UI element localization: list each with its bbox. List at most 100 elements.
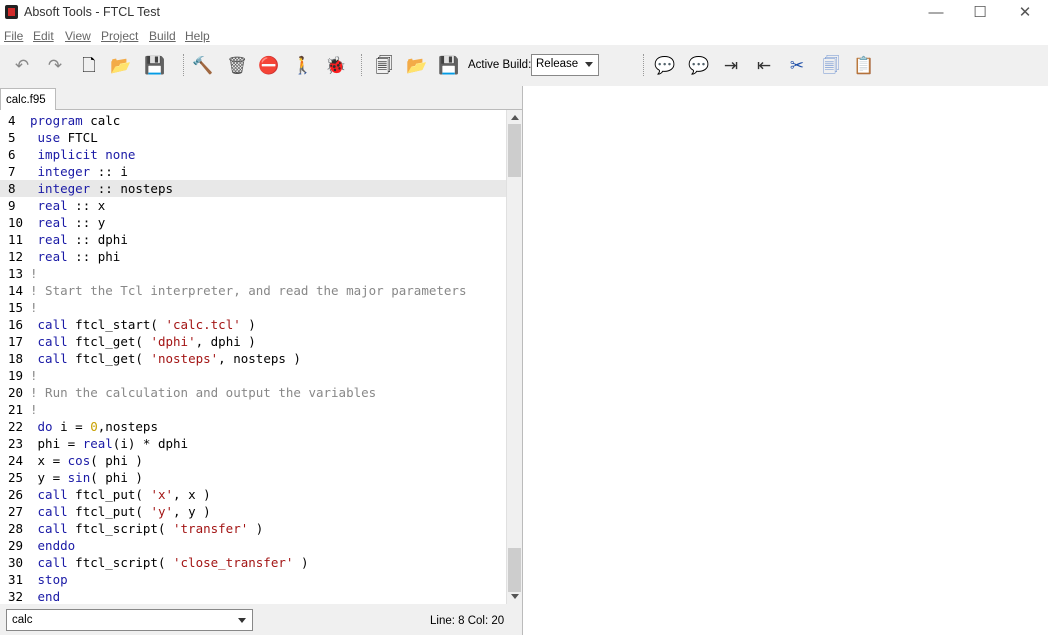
code-line[interactable]: 15!	[0, 299, 506, 316]
code-text[interactable]: call ftcl_start( 'calc.tcl' )	[30, 316, 256, 333]
scrollbar-thumb[interactable]	[508, 124, 521, 177]
code-text[interactable]: call ftcl_script( 'close_transfer' )	[30, 554, 309, 571]
code-line[interactable]: 4 program calc	[0, 112, 506, 129]
vertical-scrollbar[interactable]	[506, 110, 522, 604]
code-text[interactable]: end	[30, 588, 61, 604]
code-text[interactable]: call ftcl_put( 'y', y )	[30, 503, 211, 520]
line-number: 31	[8, 572, 24, 587]
code-text[interactable]: stop	[30, 571, 68, 588]
code-text[interactable]: !	[30, 299, 38, 316]
code-line[interactable]: 30 call ftcl_script( 'close_transfer' )	[0, 554, 506, 571]
active-build-dropdown[interactable]: Release	[531, 54, 599, 76]
comment-icon[interactable]: 💬	[654, 54, 676, 76]
code-text[interactable]: call ftcl_put( 'x', x )	[30, 486, 211, 503]
line-number: 9	[8, 198, 16, 213]
stop-icon[interactable]: ⛔	[258, 54, 280, 76]
code-text[interactable]: !	[30, 401, 38, 418]
code-text[interactable]: ! Run the calculation and output the var…	[30, 384, 376, 401]
scroll-up-arrow-icon[interactable]	[511, 115, 519, 120]
code-text[interactable]: enddo	[30, 537, 76, 554]
code-text[interactable]: real :: y	[30, 214, 106, 231]
scroll-down-arrow-icon[interactable]	[511, 594, 519, 599]
uncomment-icon[interactable]: 💬	[688, 54, 710, 76]
open-document-icon[interactable]: 📂	[406, 54, 428, 76]
outdent-icon[interactable]: ⇤	[753, 54, 775, 76]
code-line[interactable]: 17 call ftcl_get( 'dphi', dphi )	[0, 333, 506, 350]
code-line[interactable]: 29 enddo	[0, 537, 506, 554]
code-line[interactable]: 31 stop	[0, 571, 506, 588]
code-line[interactable]: 8 integer :: nosteps	[0, 180, 506, 197]
menu-edit[interactable]: Edit	[33, 29, 54, 43]
menu-project[interactable]: Project	[101, 29, 138, 43]
code-line[interactable]: 5 use FTCL	[0, 129, 506, 146]
code-line[interactable]: 21!	[0, 401, 506, 418]
menu-view[interactable]: View	[65, 29, 91, 43]
close-button[interactable]: ✕	[1002, 0, 1048, 27]
code-line[interactable]: 12 real :: phi	[0, 248, 506, 265]
copy-document-icon[interactable]: 🗐	[373, 54, 395, 76]
code-line[interactable]: 18 call ftcl_get( 'nosteps', nosteps )	[0, 350, 506, 367]
code-text[interactable]: phi = real(i) * dphi	[30, 435, 189, 452]
code-line[interactable]: 22 do i = 0,nosteps	[0, 418, 506, 435]
code-line[interactable]: 23 phi = real(i) * dphi	[0, 435, 506, 452]
tab-calc-f95[interactable]: calc.f95	[0, 88, 56, 111]
code-line[interactable]: 27 call ftcl_put( 'y', y )	[0, 503, 506, 520]
code-text[interactable]: call ftcl_get( 'nosteps', nosteps )	[30, 350, 301, 367]
code-line[interactable]: 7 integer :: i	[0, 163, 506, 180]
code-line[interactable]: 9 real :: x	[0, 197, 506, 214]
code-line[interactable]: 11 real :: dphi	[0, 231, 506, 248]
menu-help[interactable]: Help	[185, 29, 210, 43]
code-text[interactable]: ! Start the Tcl interpreter, and read th…	[30, 282, 467, 299]
code-editor[interactable]: 4 program calc 5 use FTCL 6 implicit none 7 …	[0, 110, 506, 604]
code-line[interactable]: 26 call ftcl_put( 'x', x )	[0, 486, 506, 503]
code-text[interactable]: implicit none	[30, 146, 136, 163]
line-number: 15	[8, 300, 24, 315]
code-text[interactable]: y = sin( phi )	[30, 469, 143, 486]
undo-icon[interactable]: ↶	[11, 54, 33, 76]
code-line[interactable]: 32 end	[0, 588, 506, 604]
code-text[interactable]: call ftcl_get( 'dphi', dphi )	[30, 333, 256, 350]
code-text[interactable]: integer :: i	[30, 163, 128, 180]
code-text[interactable]: use FTCL	[30, 129, 98, 146]
menu-file[interactable]: File	[4, 29, 23, 43]
debug-bug-icon[interactable]: 🐞	[325, 54, 347, 76]
code-line[interactable]: 6 implicit none	[0, 146, 506, 163]
code-text[interactable]: call ftcl_script( 'transfer' )	[30, 520, 264, 537]
line-number: 27	[8, 504, 24, 519]
redo-icon[interactable]: ↷	[44, 54, 66, 76]
code-line[interactable]: 16 call ftcl_start( 'calc.tcl' )	[0, 316, 506, 333]
code-line[interactable]: 14 ! Start the Tcl interpreter, and read …	[0, 282, 506, 299]
code-line[interactable]: 20 ! Run the calculation and output the v…	[0, 384, 506, 401]
code-text[interactable]: real :: x	[30, 197, 106, 214]
open-folder-icon[interactable]: 📂	[110, 54, 132, 76]
new-file-icon[interactable]: 🗋	[78, 54, 100, 76]
code-text[interactable]: real :: phi	[30, 248, 121, 265]
copy-icon[interactable]: 🗐	[820, 54, 842, 76]
code-text[interactable]: real :: dphi	[30, 231, 128, 248]
minimize-button[interactable]: —	[913, 0, 959, 27]
clean-trash-icon[interactable]: 🗑	[226, 54, 248, 76]
code-text[interactable]: do i = 0,nosteps	[30, 418, 158, 435]
indent-icon[interactable]: ⇥	[720, 54, 742, 76]
save-all-icon[interactable]: 💾	[438, 54, 460, 76]
code-text[interactable]: program calc	[30, 112, 120, 129]
code-text[interactable]: !	[30, 265, 38, 282]
paste-clipboard-icon[interactable]: 📋	[853, 54, 875, 76]
code-line[interactable]: 13!	[0, 265, 506, 282]
cut-scissors-icon[interactable]: ✂	[786, 54, 808, 76]
code-line[interactable]: 28 call ftcl_script( 'transfer' )	[0, 520, 506, 537]
maximize-button[interactable]: ☐	[957, 0, 1003, 27]
code-line[interactable]: 10 real :: y	[0, 214, 506, 231]
code-text[interactable]: x = cos( phi )	[30, 452, 143, 469]
menu-build[interactable]: Build	[149, 29, 176, 43]
scope-dropdown[interactable]: calc	[6, 609, 253, 631]
window-title: Absoft Tools - FTCL Test	[24, 5, 160, 19]
build-hammer-icon[interactable]: 🔨	[192, 54, 214, 76]
code-line[interactable]: 25 y = sin( phi )	[0, 469, 506, 486]
save-icon[interactable]: 💾	[144, 54, 166, 76]
run-icon[interactable]: 🚶	[292, 54, 314, 76]
code-line[interactable]: 24 x = cos( phi )	[0, 452, 506, 469]
code-text[interactable]: !	[30, 367, 38, 384]
code-text[interactable]: integer :: nosteps	[30, 180, 173, 197]
code-line[interactable]: 19!	[0, 367, 506, 384]
